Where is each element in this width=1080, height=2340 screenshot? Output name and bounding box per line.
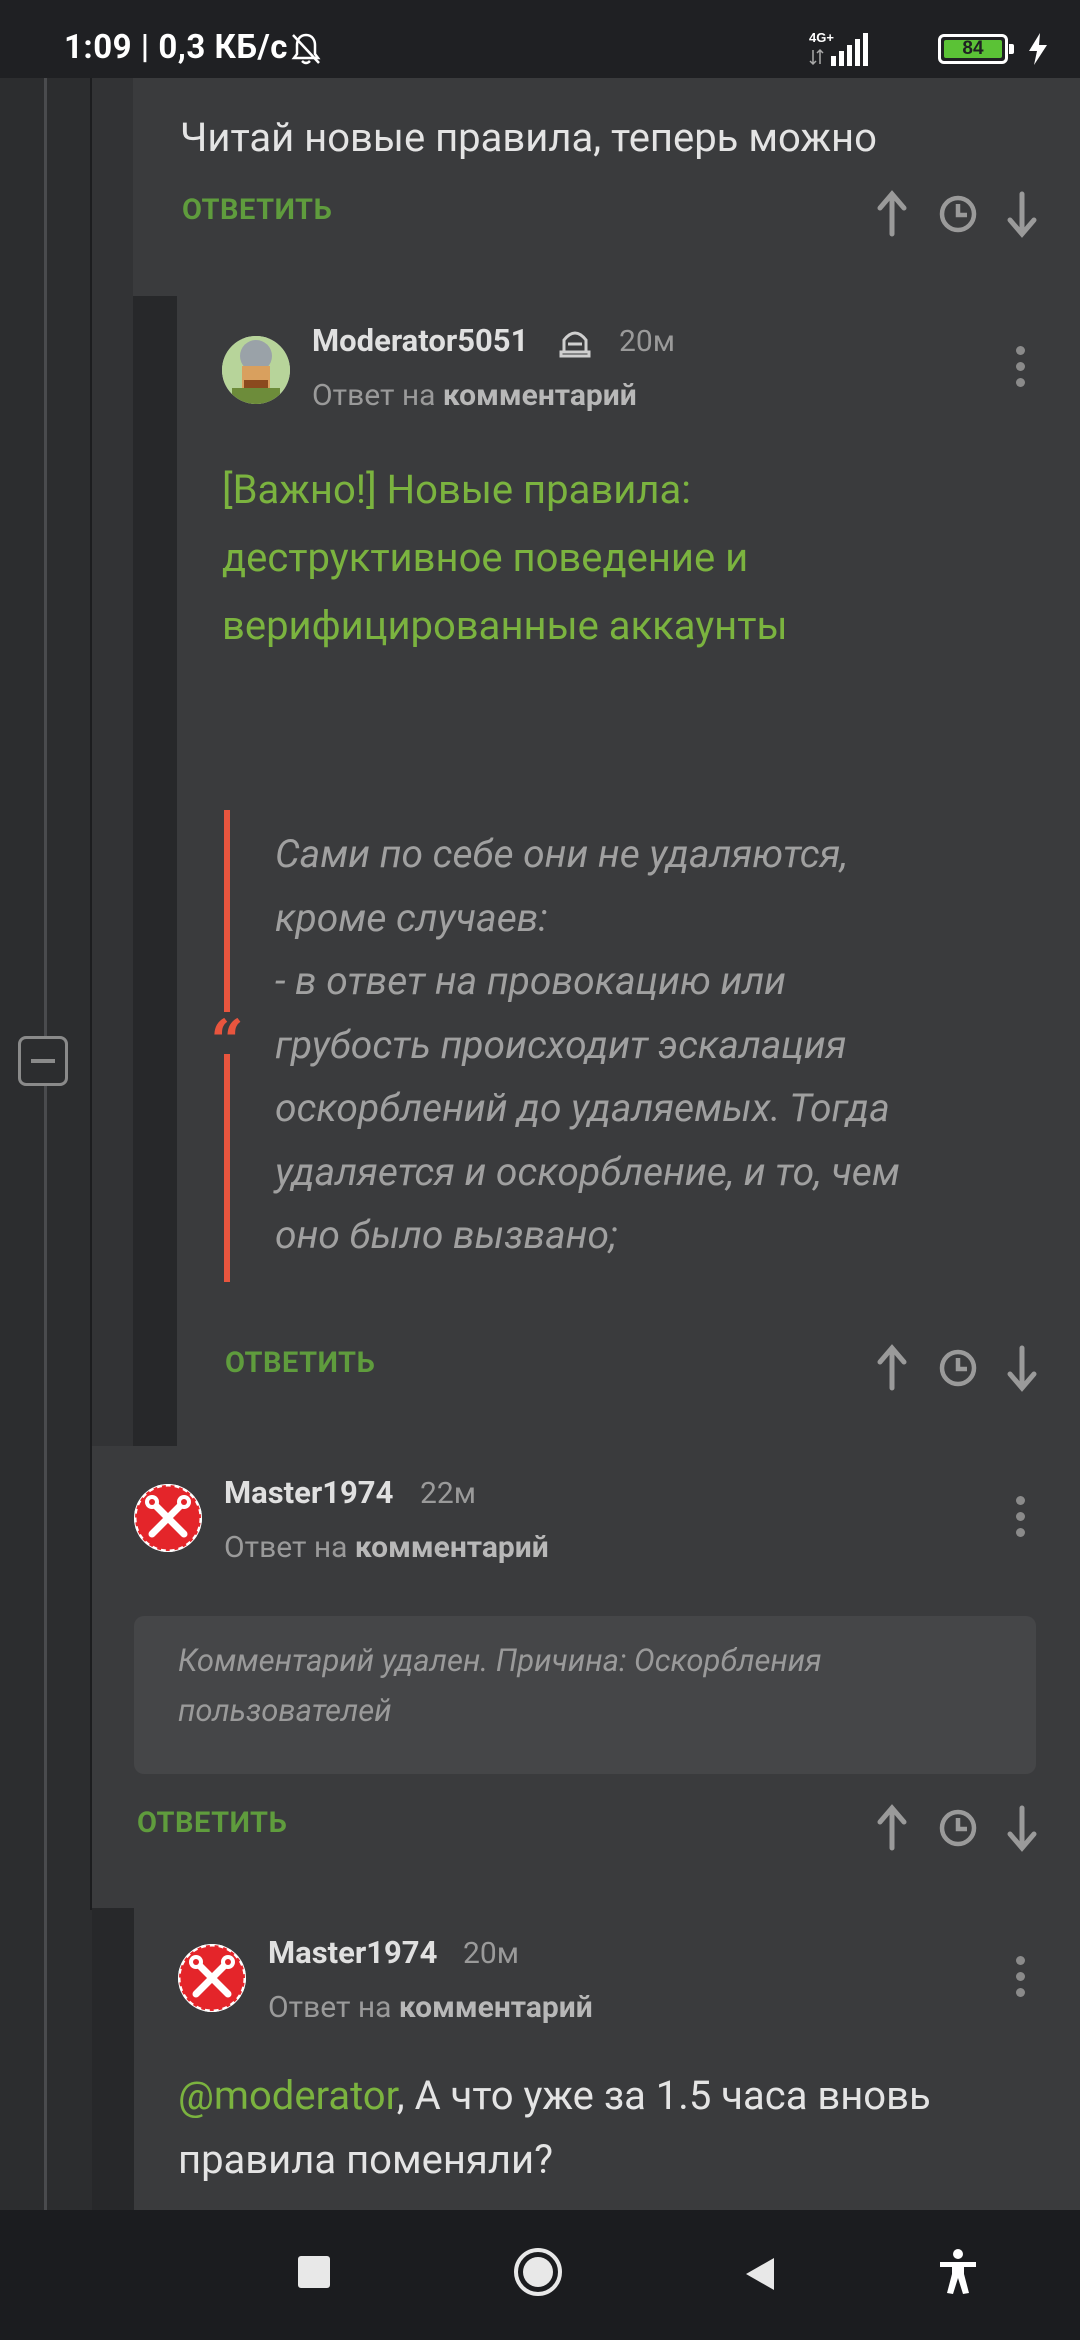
bell-off-icon xyxy=(291,33,321,65)
comment-time: 20м xyxy=(463,1936,519,1971)
reply-button[interactable]: ОТВЕТИТЬ xyxy=(137,1806,287,1840)
downvote-icon[interactable] xyxy=(1007,1345,1037,1392)
quote-line: грубость происходит эскалация xyxy=(275,1021,847,1068)
more-options-icon[interactable] xyxy=(1016,1496,1028,1544)
quote-line: оно было вызвано; xyxy=(275,1212,618,1258)
reply-button[interactable]: ОТВЕТИТЬ xyxy=(225,1346,375,1380)
comment-actions xyxy=(877,1804,1037,1852)
avatar[interactable] xyxy=(222,336,290,404)
reply-to-label[interactable]: Ответ на комментарий xyxy=(268,1990,593,2025)
reply-to-label[interactable]: Ответ на комментарий xyxy=(312,378,637,413)
clock-icon[interactable] xyxy=(939,1809,977,1847)
system-nav-bar xyxy=(0,2210,1080,2340)
reply-button[interactable]: ОТВЕТИТЬ xyxy=(182,193,332,227)
status-time: 1:09 | 0,3 КБ/с xyxy=(64,28,288,67)
clock-icon[interactable] xyxy=(939,195,977,233)
comment-actions xyxy=(877,190,1037,238)
comment-actions xyxy=(877,1344,1037,1392)
quote-icon: “ xyxy=(207,1012,247,1070)
quote-line: Сами по себе они не удаляются, xyxy=(275,831,848,877)
collapse-thread-button[interactable] xyxy=(18,1036,68,1086)
deleted-line: Комментарий удален. Причина: Оскорбления xyxy=(178,1642,822,1679)
accessibility-icon[interactable] xyxy=(936,2248,980,2296)
charging-icon xyxy=(1029,33,1047,65)
comment-line: правила поменяли? xyxy=(178,2136,553,2183)
moderator-avatar-icon xyxy=(222,336,290,404)
thread-indent xyxy=(133,296,177,1524)
upvote-icon[interactable] xyxy=(877,1344,907,1391)
deleted-comment-box: Комментарий удален. Причина: Оскорбления… xyxy=(134,1616,1036,1774)
quote-line: удаляется и оскорбление, и то, чем xyxy=(275,1148,900,1195)
quote-line: - в ответ на провокацию или xyxy=(275,958,787,1004)
comment-line: @moderator, А что уже за 1.5 часа вновь xyxy=(178,2064,931,2128)
upvote-icon[interactable] xyxy=(877,1804,907,1851)
comment-text: @moderator, А что уже за 1.5 часа вновь … xyxy=(178,2064,931,2192)
deleted-line: пользователей xyxy=(178,1692,392,1729)
quote-line: кроме случаев: xyxy=(275,894,548,941)
avatar[interactable] xyxy=(134,1484,202,1552)
battery-icon: 84 xyxy=(938,34,1014,64)
post-link[interactable]: [Важно!] Новые правила: деструктивное по… xyxy=(222,456,788,660)
username[interactable]: Master1974 xyxy=(224,1474,393,1511)
downvote-icon[interactable] xyxy=(1007,191,1037,238)
thread-line xyxy=(44,78,47,2210)
username[interactable]: Moderator5051 xyxy=(312,322,528,359)
post-link-line: [Важно!] Новые правила: xyxy=(222,466,691,513)
svg-text:4G+: 4G+ xyxy=(809,30,834,45)
recent-apps-button[interactable] xyxy=(298,2256,330,2288)
home-button[interactable] xyxy=(510,2244,566,2300)
more-options-icon[interactable] xyxy=(1016,346,1028,394)
quote-text: Сами по себе они не удаляются, кроме слу… xyxy=(275,823,900,1268)
clock-icon[interactable] xyxy=(939,1349,977,1387)
upvote-icon[interactable] xyxy=(877,190,907,237)
moderator-badge-icon xyxy=(559,331,591,358)
reply-to-label[interactable]: Ответ на комментарий xyxy=(224,1530,549,1565)
signal-icon: 4G+ xyxy=(809,30,868,66)
post-link-line: деструктивное поведение и xyxy=(222,534,749,581)
status-bar: 1:09 | 0,3 КБ/с 4G+ 84 xyxy=(0,0,1080,78)
minus-icon xyxy=(31,1059,55,1063)
back-button[interactable] xyxy=(740,2254,780,2294)
comment-time: 22м xyxy=(420,1476,476,1511)
comment-text: Читай новые правила, теперь можно xyxy=(180,114,877,161)
comment-line-text: , А что уже за 1.5 часа вновь xyxy=(396,2072,931,2119)
post-link-line: верифицированные аккаунты xyxy=(222,602,788,649)
thread-indent xyxy=(92,1908,134,2210)
comment-time: 20м xyxy=(619,324,675,359)
downvote-icon[interactable] xyxy=(1007,1805,1037,1852)
avatar[interactable] xyxy=(178,1944,246,2012)
more-options-icon[interactable] xyxy=(1016,1956,1028,2004)
username[interactable]: Master1974 xyxy=(268,1934,437,1971)
wrench-avatar-icon xyxy=(178,1944,246,2012)
deleted-comment-text: Комментарий удален. Причина: Оскорбления… xyxy=(178,1636,822,1736)
user-mention-link[interactable]: @moderator xyxy=(178,2072,397,2119)
quote-line: оскорблений до удаляемых. Тогда xyxy=(275,1085,890,1131)
wrench-avatar-icon xyxy=(134,1484,202,1552)
comments-feed[interactable]: Читай новые правила, теперь можно ОТВЕТИ… xyxy=(0,78,1080,2210)
